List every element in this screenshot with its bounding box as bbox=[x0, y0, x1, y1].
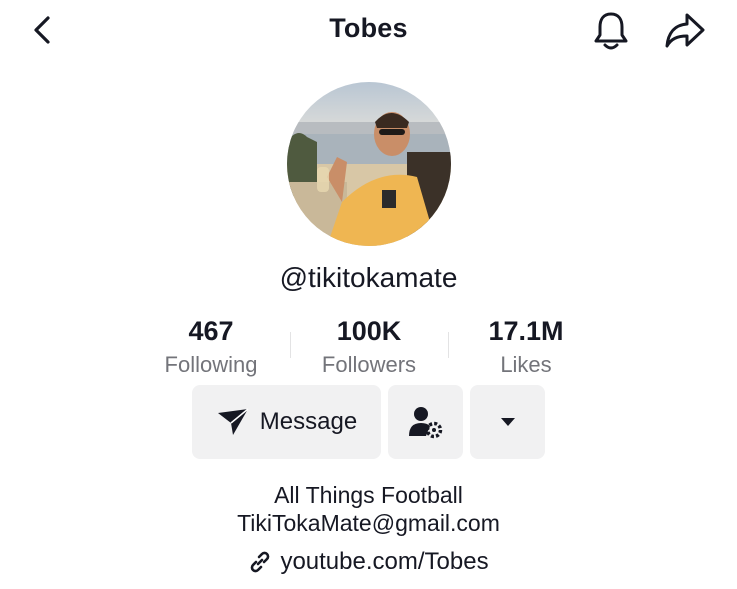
stat-following-label: Following bbox=[164, 352, 258, 377]
share-button[interactable] bbox=[660, 8, 710, 54]
stat-followers-label: Followers bbox=[321, 352, 417, 377]
profile-photo bbox=[287, 82, 451, 246]
stat-followers-value: 100K bbox=[336, 316, 402, 346]
bell-icon bbox=[594, 12, 628, 50]
link-icon bbox=[248, 550, 272, 574]
stat-likes-label: Likes bbox=[500, 352, 552, 377]
stat-likes-value: 17.1M bbox=[488, 316, 564, 346]
stat-likes[interactable]: 17.1M Likes bbox=[446, 314, 606, 380]
profile-page: Tobes @tikitokamate 467 Following 100K F… bbox=[0, 0, 737, 589]
user-settings-icon bbox=[408, 407, 442, 439]
stat-following[interactable]: 467 Following bbox=[131, 314, 291, 380]
notifications-button[interactable] bbox=[588, 8, 634, 54]
stat-following-value: 467 bbox=[188, 316, 234, 346]
more-options-button[interactable] bbox=[470, 385, 545, 459]
message-button[interactable]: Message bbox=[192, 385, 381, 459]
stat-followers[interactable]: 100K Followers bbox=[289, 314, 449, 380]
profile-avatar[interactable] bbox=[287, 82, 451, 246]
bio-email: TikiTokaMate@gmail.com bbox=[237, 510, 500, 536]
username: @tikitokamate bbox=[279, 262, 458, 293]
follow-settings-button[interactable] bbox=[388, 385, 463, 459]
send-icon bbox=[217, 408, 249, 435]
bio-text: All Things Football bbox=[274, 482, 463, 508]
share-arrow-icon bbox=[665, 13, 705, 48]
caret-down-icon bbox=[500, 418, 515, 426]
bio-link[interactable]: youtube.com/Tobes bbox=[0, 548, 737, 576]
message-button-label: Message bbox=[259, 408, 358, 435]
bio-link-text: youtube.com/Tobes bbox=[280, 548, 489, 575]
